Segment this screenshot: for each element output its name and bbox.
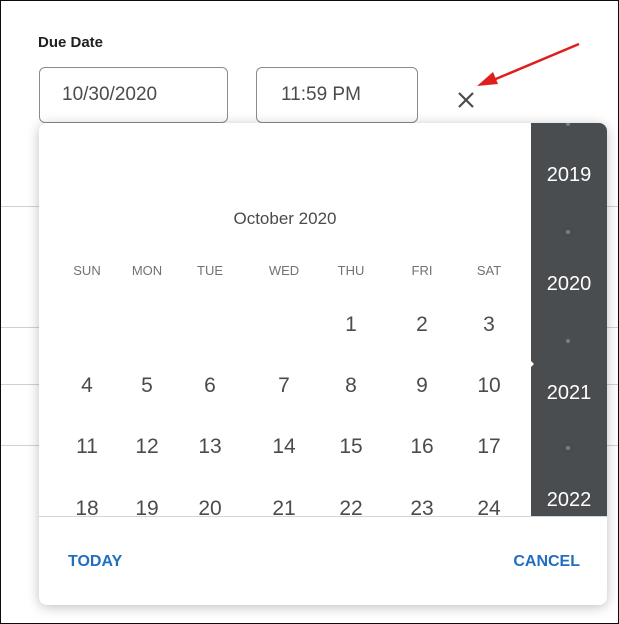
calendar-grid: October 2020 SUN MON TUE WED THU FRI SAT… [39,123,531,516]
calendar-day[interactable]: 14 [264,435,304,459]
calendar-day[interactable]: 13 [190,435,230,459]
calendar-day[interactable]: 12 [127,435,167,459]
calendar-day[interactable]: 17 [469,435,509,459]
weekday-header: SUN [73,263,101,278]
divider [1,445,39,446]
calendar-day[interactable]: 21 [264,497,304,516]
calendar-day[interactable]: 11 [67,435,107,459]
date-picker-popup: October 2020 SUN MON TUE WED THU FRI SAT… [39,123,607,605]
annotation-arrow-icon [477,42,580,86]
calendar-day[interactable]: 4 [67,374,107,398]
due-date-label: Due Date [38,34,104,51]
divider [1,384,39,385]
divider [607,206,618,207]
calendar-day[interactable]: 23 [402,497,442,516]
date-input[interactable]: 10/30/2020 [39,67,228,123]
calendar-day[interactable]: 3 [469,313,509,337]
month-title: October 2020 [233,209,337,228]
divider [607,445,618,446]
window-frame: Due Date 10/30/2020 11:59 PM October 202… [0,0,619,624]
year-option[interactable]: 2022 [531,489,607,512]
calendar-day[interactable]: 9 [402,374,442,398]
footer-divider [39,516,607,517]
calendar-day[interactable]: 20 [190,497,230,516]
weekday-header: THU [337,263,365,278]
cancel-button[interactable]: CANCEL [513,553,580,571]
divider [607,327,618,328]
weekday-header: MON [131,263,163,278]
calendar-day[interactable]: 6 [190,374,230,398]
calendar-day[interactable]: 5 [127,374,167,398]
calendar-day[interactable]: 7 [264,374,304,398]
year-option[interactable]: 2019 [531,164,607,187]
clear-icon[interactable] [455,89,477,111]
weekday-header: TUE [197,263,223,278]
today-button[interactable]: TODAY [68,553,122,571]
weekday-header: SAT [476,263,502,278]
calendar-day[interactable]: 22 [331,497,371,516]
year-pointer-icon [523,353,534,375]
calendar-day[interactable]: 24 [469,497,509,516]
calendar-day[interactable]: 1 [331,313,371,337]
year-separator-dot [566,123,570,126]
calendar-day[interactable]: 15 [331,435,371,459]
calendar-day[interactable]: 16 [402,435,442,459]
divider [1,206,39,207]
calendar-day[interactable]: 19 [127,497,167,516]
weekday-header: FRI [411,263,433,278]
year-selector[interactable]: 2019 2020 2021 2022 [531,123,607,516]
divider [607,384,618,385]
year-option[interactable]: 2020 [531,273,607,296]
year-separator-dot [566,446,570,450]
time-input[interactable]: 11:59 PM [256,67,418,123]
year-separator-dot [566,339,570,343]
divider [1,327,39,328]
weekday-header: WED [268,263,300,278]
calendar-day[interactable]: 18 [67,497,107,516]
year-option[interactable]: 2021 [531,382,607,405]
calendar-day[interactable]: 2 [402,313,442,337]
calendar-day[interactable]: 8 [331,374,371,398]
calendar-day[interactable]: 10 [469,374,509,398]
year-separator-dot [566,230,570,234]
